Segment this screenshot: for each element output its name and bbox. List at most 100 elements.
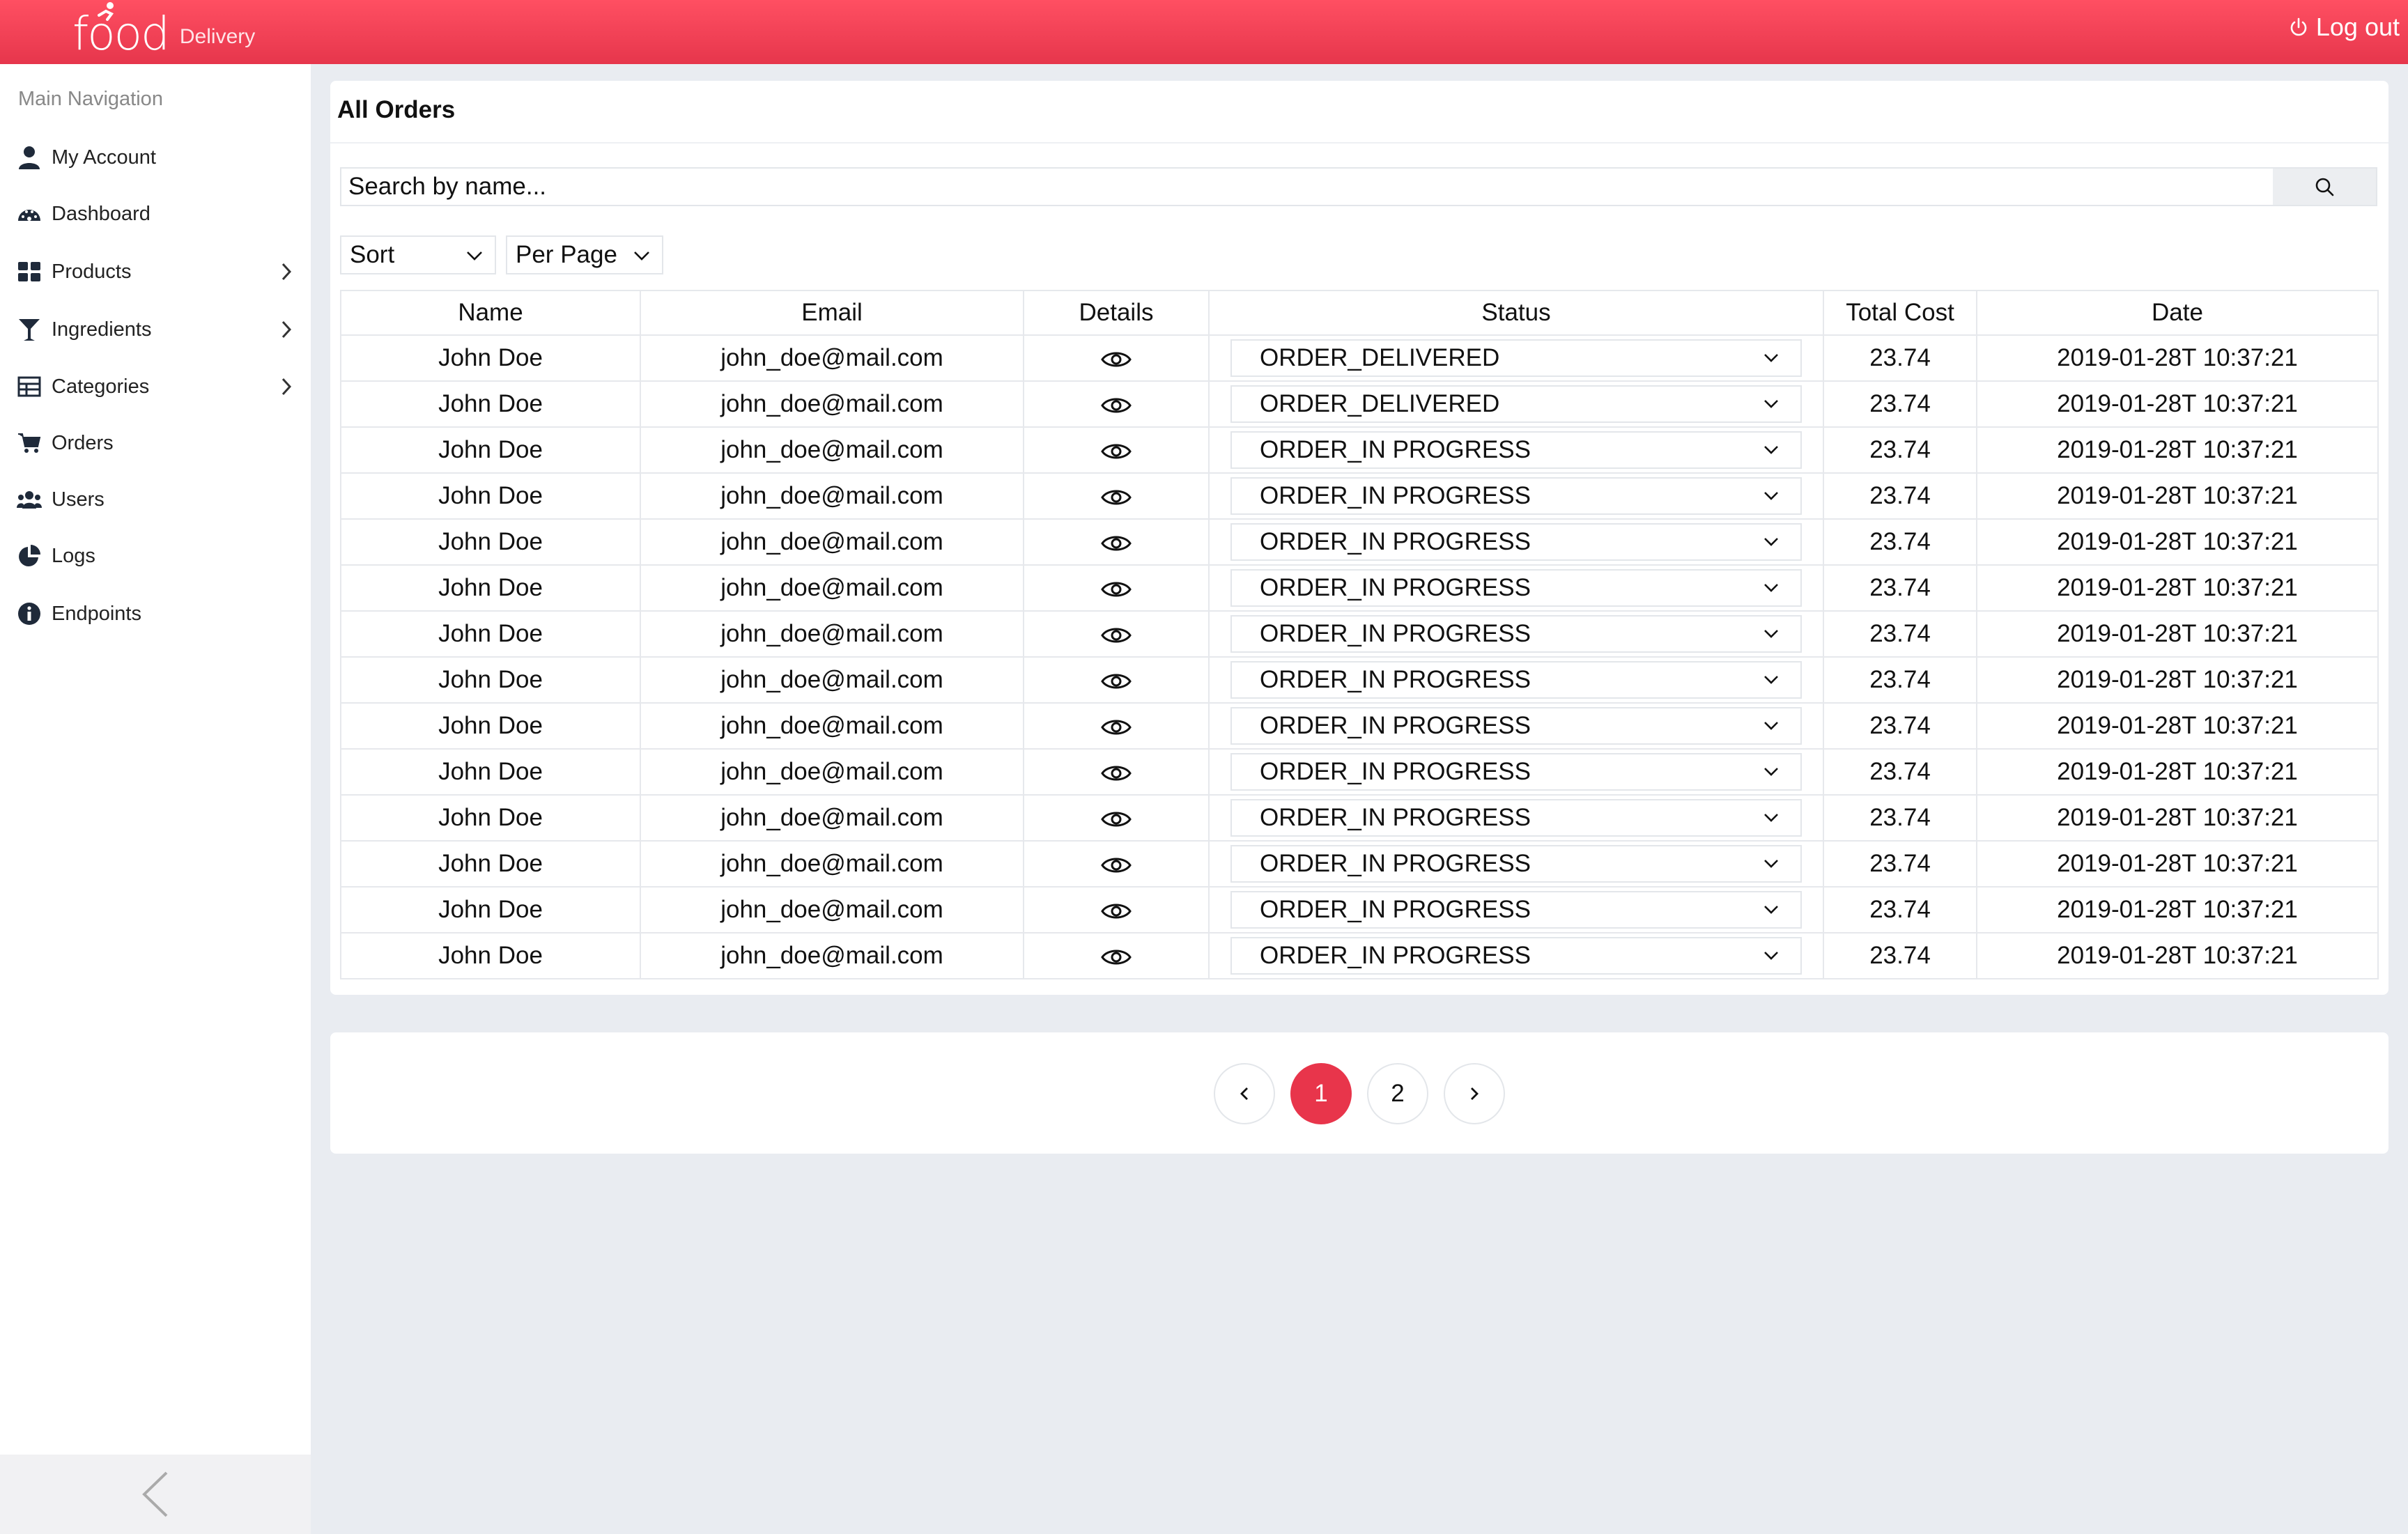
table-row: John Doe john_doe@mail.com ORDER_IN PROGRE… bbox=[340, 748, 2379, 796]
sidebar-item-categories[interactable]: Categories bbox=[0, 366, 311, 408]
column-header-name[interactable]: Name bbox=[340, 290, 641, 336]
cell-name: John Doe bbox=[340, 518, 641, 566]
column-header-email[interactable]: Email bbox=[640, 290, 1024, 336]
status-value: ORDER_IN PROGRESS bbox=[1260, 482, 1531, 509]
sort-select[interactable]: Sort bbox=[340, 235, 496, 274]
status-select[interactable]: ORDER_IN PROGRESS bbox=[1230, 799, 1802, 837]
status-value: ORDER_IN PROGRESS bbox=[1260, 620, 1531, 647]
cart-icon bbox=[17, 431, 42, 456]
table-row: John Doe john_doe@mail.com ORDER_IN PROGRE… bbox=[340, 426, 2379, 474]
sidebar-item-label: Products bbox=[52, 260, 132, 283]
search-input[interactable] bbox=[341, 169, 2273, 205]
table-row: John Doe john_doe@mail.com ORDER_IN PROGRE… bbox=[340, 564, 2379, 612]
eye-icon[interactable] bbox=[1101, 763, 1132, 784]
cell-status: ORDER_IN PROGRESS bbox=[1208, 426, 1824, 474]
per-page-select[interactable]: Per Page bbox=[506, 235, 663, 274]
eye-icon[interactable] bbox=[1101, 855, 1132, 876]
sidebar-item-products[interactable]: Products bbox=[0, 251, 311, 293]
eye-icon[interactable] bbox=[1101, 809, 1132, 830]
status-value: ORDER_DELIVERED bbox=[1260, 344, 1500, 371]
eye-icon[interactable] bbox=[1101, 579, 1132, 600]
cell-date: 2019-01-28T 10:37:21 bbox=[1976, 748, 2379, 796]
eye-icon[interactable] bbox=[1101, 717, 1132, 738]
pagination-page-1[interactable]: 1 bbox=[1290, 1063, 1352, 1124]
status-select[interactable]: ORDER_IN PROGRESS bbox=[1230, 661, 1802, 699]
cell-details bbox=[1023, 564, 1210, 612]
sidebar-item-logs[interactable]: Logs bbox=[0, 535, 311, 577]
table-row: John Doe john_doe@mail.com ORDER_IN PROGRE… bbox=[340, 886, 2379, 933]
eye-icon[interactable] bbox=[1101, 671, 1132, 692]
status-select[interactable]: ORDER_IN PROGRESS bbox=[1230, 937, 1802, 975]
sidebar-item-endpoints[interactable]: Endpoints bbox=[0, 593, 311, 635]
sidebar-item-my-account[interactable]: My Account bbox=[0, 137, 311, 178]
eye-icon[interactable] bbox=[1101, 441, 1132, 462]
column-header-date[interactable]: Date bbox=[1976, 290, 2379, 336]
column-header-total-cost[interactable]: Total Cost bbox=[1823, 290, 1977, 336]
eye-icon[interactable] bbox=[1101, 625, 1132, 646]
status-select[interactable]: ORDER_IN PROGRESS bbox=[1230, 523, 1802, 561]
column-header-details[interactable]: Details bbox=[1023, 290, 1210, 336]
pagination-page-2[interactable]: 2 bbox=[1367, 1063, 1428, 1124]
table-row: John Doe john_doe@mail.com ORDER_IN PROGRE… bbox=[340, 518, 2379, 566]
status-select[interactable]: ORDER_IN PROGRESS bbox=[1230, 477, 1802, 515]
pagination-next-button[interactable] bbox=[1444, 1063, 1505, 1124]
top-bar: food Delivery Log out bbox=[0, 0, 2408, 64]
search-button[interactable] bbox=[2273, 169, 2376, 205]
status-select[interactable]: ORDER_IN PROGRESS bbox=[1230, 753, 1802, 791]
eye-icon[interactable] bbox=[1101, 947, 1132, 968]
status-select[interactable]: ORDER_IN PROGRESS bbox=[1230, 891, 1802, 929]
nav-heading: Main Navigation bbox=[18, 88, 163, 110]
eye-icon[interactable] bbox=[1101, 487, 1132, 508]
chevron-down-icon bbox=[467, 251, 482, 261]
table-row: John Doe john_doe@mail.com ORDER_IN PROGRE… bbox=[340, 610, 2379, 658]
eye-icon[interactable] bbox=[1101, 395, 1132, 416]
cell-details bbox=[1023, 840, 1210, 888]
sidebar-item-dashboard[interactable]: Dashboard bbox=[0, 193, 311, 235]
column-header-status[interactable]: Status bbox=[1208, 290, 1824, 336]
status-select[interactable]: ORDER_IN PROGRESS bbox=[1230, 569, 1802, 607]
sidebar: Main Navigation My Account Dashboard Pro… bbox=[0, 64, 311, 1534]
eye-icon[interactable] bbox=[1101, 349, 1132, 370]
sidebar-item-label: Users bbox=[52, 488, 105, 511]
pagination-prev-button[interactable] bbox=[1214, 1063, 1275, 1124]
status-select[interactable]: ORDER_IN PROGRESS bbox=[1230, 431, 1802, 469]
status-select[interactable]: ORDER_DELIVERED bbox=[1230, 385, 1802, 423]
status-select[interactable]: ORDER_DELIVERED bbox=[1230, 339, 1802, 377]
cell-name: John Doe bbox=[340, 334, 641, 382]
power-icon bbox=[2290, 17, 2307, 36]
dashboard-icon bbox=[17, 201, 42, 226]
cell-email: john_doe@mail.com bbox=[640, 518, 1024, 566]
sidebar-item-orders[interactable]: Orders bbox=[0, 422, 311, 464]
search-bar bbox=[340, 167, 2377, 206]
pie-chart-icon bbox=[17, 543, 42, 568]
table-row: John Doe john_doe@mail.com ORDER_IN PROGRE… bbox=[340, 840, 2379, 888]
cell-details bbox=[1023, 518, 1210, 566]
logo[interactable]: food Delivery bbox=[72, 2, 255, 59]
table-row: John Doe john_doe@mail.com ORDER_DELIVERED… bbox=[340, 380, 2379, 428]
sidebar-item-users[interactable]: Users bbox=[0, 479, 311, 520]
cell-email: john_doe@mail.com bbox=[640, 932, 1024, 979]
cell-details bbox=[1023, 610, 1210, 658]
cell-name: John Doe bbox=[340, 426, 641, 474]
chevron-down-icon bbox=[1764, 538, 1778, 546]
divider bbox=[330, 142, 2388, 144]
sidebar-item-label: Dashboard bbox=[52, 202, 150, 225]
status-value: ORDER_IN PROGRESS bbox=[1260, 758, 1531, 785]
eye-icon[interactable] bbox=[1101, 533, 1132, 554]
user-icon bbox=[17, 145, 42, 170]
eye-icon[interactable] bbox=[1101, 901, 1132, 922]
logout-button[interactable]: Log out bbox=[2288, 13, 2400, 42]
sidebar-item-ingredients[interactable]: Ingredients bbox=[0, 309, 311, 350]
status-select[interactable]: ORDER_IN PROGRESS bbox=[1230, 845, 1802, 883]
sidebar-item-label: Logs bbox=[52, 544, 95, 567]
cell-total-cost: 23.74 bbox=[1823, 794, 1977, 842]
cell-status: ORDER_IN PROGRESS bbox=[1208, 932, 1824, 979]
sidebar-collapse-button[interactable] bbox=[0, 1455, 311, 1534]
ingredients-icon bbox=[17, 317, 42, 342]
sidebar-item-label: Ingredients bbox=[52, 318, 152, 341]
cell-email: john_doe@mail.com bbox=[640, 794, 1024, 842]
per-page-label: Per Page bbox=[516, 241, 617, 268]
status-select[interactable]: ORDER_IN PROGRESS bbox=[1230, 615, 1802, 653]
status-select[interactable]: ORDER_IN PROGRESS bbox=[1230, 707, 1802, 745]
pagination-card: 1 2 bbox=[330, 1032, 2388, 1154]
